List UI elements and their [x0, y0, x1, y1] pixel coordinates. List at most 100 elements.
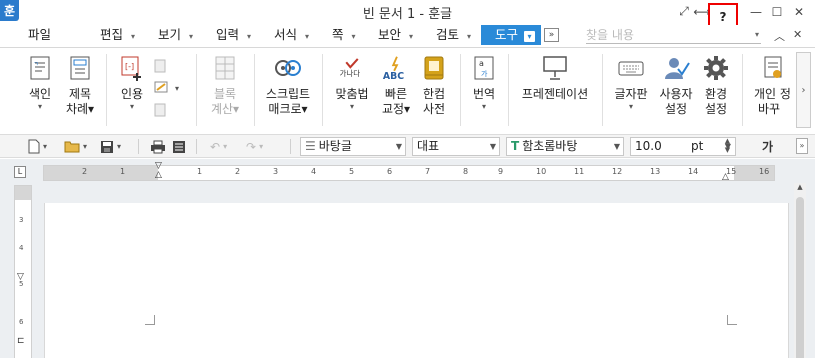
menu-tools[interactable]: 도구 ▾ — [481, 25, 542, 45]
hancom-dict-button[interactable]: 한컴 사전 — [418, 54, 450, 117]
redo-icon[interactable]: ↷ ▾ — [246, 138, 263, 155]
spellcheck-button[interactable]: 가나다 맞춤법 ▾ — [330, 54, 374, 112]
print-icon[interactable] — [150, 138, 166, 155]
translate-icon: a가 — [470, 54, 498, 82]
script-macro-icon — [274, 54, 302, 82]
toc-button[interactable]: 제목 차례▾ — [62, 54, 98, 117]
quote-small-tools — [152, 58, 172, 124]
divider — [138, 139, 139, 154]
search-input[interactable]: 찾을 내용 ▾ — [586, 27, 761, 44]
collapse-ribbon-icon[interactable]: ︿ — [774, 28, 785, 44]
vertical-ruler[interactable]: 3 4 5 6 ▽ ⊏ — [14, 185, 32, 358]
divider — [196, 54, 197, 126]
chevron-down-icon: ▼ — [613, 142, 620, 151]
ribbon: ㄱ 색인 ▾ 제목 차례▾ [-] 인용 ▾ ▾ 블록 계산▾ 스크립트 매크로… — [0, 48, 815, 132]
keyboard-icon — [617, 54, 645, 82]
horizontal-ruler[interactable]: 2 1 1 2 3 4 5 6 7 8 9 10 11 12 13 14 15 … — [43, 162, 775, 182]
undo-icon[interactable]: ↶ ▾ — [210, 138, 227, 155]
indent-marker-icon[interactable]: ▽ △ — [155, 162, 162, 180]
spellcheck-icon: 가나다 — [338, 54, 366, 82]
divider — [254, 54, 255, 126]
more-menu-button[interactable]: » — [544, 28, 559, 42]
font-size-stepper[interactable]: ▲ ▼ — [721, 137, 734, 156]
title-bar: 훈 빈 문서 1 - 훈글 ⤢ ⟷ ? — ☐ ✕ — [0, 0, 815, 31]
new-document-icon[interactable]: ▾ — [28, 138, 47, 155]
divider — [508, 54, 509, 126]
menu-edit[interactable]: 편집 ▾ — [100, 25, 135, 47]
gear-icon — [702, 54, 730, 82]
svg-text:가나다: 가나다 — [340, 69, 361, 78]
personal-info-button[interactable]: 개인 정 바꾸 — [752, 54, 794, 117]
quick-correct-button[interactable]: ABC 빠른 교정▾ — [378, 54, 414, 117]
document-page[interactable] — [44, 203, 789, 358]
chevron-down-icon: ▼ — [395, 142, 402, 151]
tab-type-button[interactable]: L — [14, 166, 26, 178]
search-dropdown-icon[interactable]: ▾ — [755, 27, 759, 43]
save-icon[interactable]: ▾ — [100, 138, 121, 155]
font-size-unit: pt — [691, 139, 704, 153]
svg-text:ㄱ: ㄱ — [33, 61, 39, 68]
paragraph-style-icon: ☰ — [305, 139, 316, 153]
quote-icon: [-] — [118, 54, 146, 82]
crop-mark — [145, 315, 155, 325]
toolbar-expand-button[interactable]: » — [796, 138, 808, 154]
chevron-down-icon: ▼ — [489, 142, 496, 151]
bottom-margin-marker-icon[interactable]: ⊏ — [17, 336, 25, 346]
keyboard-button[interactable]: 글자판 ▾ — [612, 54, 650, 112]
minimize-button[interactable]: — — [746, 2, 766, 21]
dictionary-icon — [420, 54, 448, 82]
menu-file[interactable]: 파일 — [28, 25, 51, 47]
divider — [742, 54, 743, 126]
document-area: L 2 1 1 2 3 4 5 6 7 8 9 10 11 12 13 14 1… — [0, 159, 815, 358]
menu-review[interactable]: 검토 ▾ — [436, 25, 471, 47]
translate-button[interactable]: a가 번역 ▾ — [468, 54, 500, 112]
menu-bar: 파일 편집 ▾ 보기 ▾ 입력 ▾ 서식 ▾ 쪽 ▾ 보안 ▾ 검토 ▾ 도구 ▾ » 찾을 내… — [0, 25, 815, 47]
divider — [196, 139, 197, 154]
divider — [290, 139, 291, 154]
user-settings-icon — [662, 54, 690, 82]
bold-button[interactable]: 가 — [762, 138, 773, 155]
formatting-toolbar: ▾ ▾ ▾ ↶ ▾ ↷ ▾ ☰ 바탕글 ▼ 대표 ▼ T 함초롬바탕 ▼ 10.0 pt… — [0, 134, 815, 158]
index-button[interactable]: ㄱ 색인 ▾ — [22, 54, 58, 112]
user-settings-button[interactable]: 사용자 설정 — [656, 54, 696, 117]
menu-security[interactable]: 보안 ▾ — [378, 25, 413, 47]
menu-view[interactable]: 보기 ▾ — [158, 25, 193, 47]
crop-mark — [727, 315, 737, 325]
fit-window-icon[interactable]: ⤢ — [674, 2, 694, 21]
script-macro-button[interactable]: 스크립트 매크로▾ — [262, 54, 314, 117]
open-folder-icon[interactable]: ▾ — [64, 138, 87, 155]
top-margin-marker-icon[interactable]: ▽ — [17, 272, 24, 282]
svg-text:ABC: ABC — [383, 71, 404, 81]
block-calc-button[interactable]: 블록 계산▾ — [205, 54, 245, 117]
language-select[interactable]: 대표 ▼ — [412, 137, 500, 156]
quote-button[interactable]: [-] 인용 ▾ — [114, 54, 150, 112]
print-preview-icon[interactable] — [172, 138, 186, 155]
vertical-scrollbar[interactable]: ▲ — [794, 183, 806, 358]
style-select[interactable]: ☰ 바탕글 ▼ — [300, 137, 406, 156]
menu-insert[interactable]: 입력 ▾ — [216, 25, 251, 47]
env-settings-button[interactable]: 환경 설정 — [700, 54, 732, 117]
divider — [460, 54, 461, 126]
close-button[interactable]: ✕ — [789, 2, 809, 21]
svg-text:가: 가 — [481, 69, 488, 78]
font-type-icon: T — [511, 139, 520, 153]
scrollbar-thumb[interactable] — [796, 197, 804, 358]
right-indent-marker-icon[interactable]: △ — [722, 172, 729, 182]
index-icon: ㄱ — [26, 54, 54, 82]
menu-page[interactable]: 쪽 ▾ — [332, 25, 356, 47]
search-placeholder: 찾을 내용 — [586, 28, 634, 42]
font-select[interactable]: T 함초롬바탕 ▼ — [506, 137, 624, 156]
toc-icon — [66, 54, 94, 82]
ribbon-scroll-right-button[interactable]: › — [796, 52, 811, 128]
scroll-up-icon[interactable]: ▲ — [794, 183, 806, 195]
presentation-icon — [541, 54, 569, 82]
divider — [106, 54, 107, 126]
menu-format[interactable]: 서식 ▾ — [274, 25, 309, 47]
presentation-button[interactable]: 프레젠테이션 — [518, 54, 592, 102]
divider — [322, 54, 323, 126]
quote-dropdown-icon[interactable]: ▾ — [175, 84, 179, 93]
maximize-button[interactable]: ☐ — [767, 2, 787, 21]
svg-text:[-]: [-] — [125, 62, 134, 71]
close-document-icon[interactable]: ✕ — [793, 28, 802, 41]
quick-correct-icon: ABC — [382, 54, 410, 82]
